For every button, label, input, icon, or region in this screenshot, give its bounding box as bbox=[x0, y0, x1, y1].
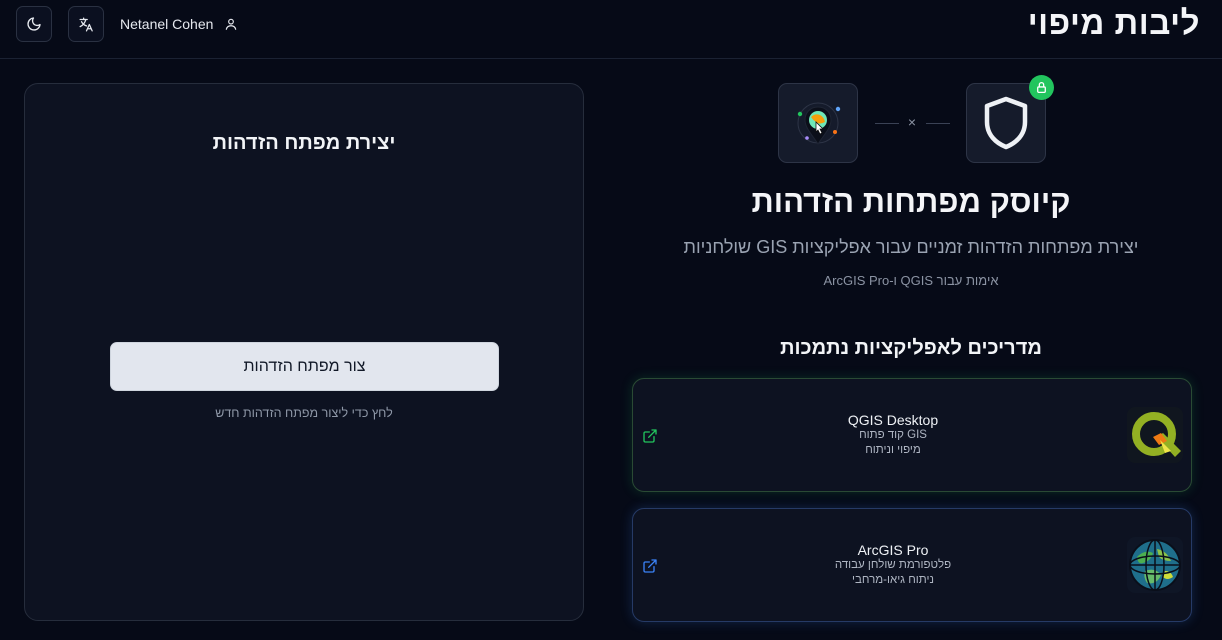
arcgis-logo bbox=[1127, 537, 1183, 593]
kiosk-subtitle: יצירת מפתחות הזדהות זמניים עבור אפליקציו… bbox=[683, 237, 1139, 257]
panel-title: יצירת מפתח הזדהות bbox=[212, 132, 396, 154]
language-button[interactable] bbox=[68, 6, 104, 42]
user-icon bbox=[226, 18, 237, 30]
app-description-2: מיפוי וניתוח bbox=[865, 444, 921, 456]
guides-title: מדריכים לאפליקציות נתמכות bbox=[780, 337, 1042, 359]
create-key-panel: יצירת מפתח הזדהות צור מפתח הזדהות לחץ כד… bbox=[24, 83, 584, 621]
external-link-icon[interactable] bbox=[642, 558, 658, 574]
connector-line-left bbox=[875, 123, 899, 124]
qgis-card[interactable]: QGIS Desktop GIS קוד פתוח מיפוי וניתוח bbox=[632, 378, 1192, 492]
lock-icon bbox=[1037, 81, 1046, 94]
app-description: פלטפורמת שולחן עבודה bbox=[834, 559, 952, 571]
app-name: ArcGIS Pro bbox=[857, 542, 929, 558]
app-description-2: ניתוח גיאו-מרחבי bbox=[852, 574, 934, 586]
theme-toggle-button[interactable] bbox=[16, 6, 52, 42]
qgis-logo bbox=[1127, 407, 1183, 463]
qgis-logo-icon bbox=[1127, 407, 1183, 463]
translate-icon bbox=[78, 16, 93, 32]
shield-icon bbox=[984, 96, 1028, 150]
times-separator: × bbox=[907, 114, 917, 130]
kiosk-title: קיוסק מפתחות הזדהות bbox=[751, 184, 1071, 219]
moon-icon bbox=[27, 17, 41, 31]
app-name: QGIS Desktop bbox=[847, 412, 939, 428]
arcgis-globe-icon bbox=[1127, 537, 1183, 593]
site-title: ליבות מיפוי bbox=[1027, 4, 1200, 41]
auth-note: אימות עבור QGIS ו-ArcGIS Pro bbox=[823, 273, 999, 288]
app-description: GIS קוד פתוח bbox=[859, 429, 927, 441]
arcgis-card[interactable]: ArcGIS Pro פלטפורמת שולחן עבודה ניתוח גי… bbox=[632, 508, 1192, 622]
qgis-text: QGIS Desktop GIS קוד פתוח מיפוי וניתוח bbox=[783, 412, 1003, 458]
mapping-app-logo-icon bbox=[797, 102, 841, 145]
user-menu[interactable]: Netanel Cohen bbox=[120, 14, 238, 34]
create-key-button[interactable]: צור מפתח הזדהות bbox=[110, 342, 499, 391]
arcgis-text: ArcGIS Pro פלטפורמת שולחן עבודה ניתוח גי… bbox=[783, 542, 1003, 588]
connector-line-right bbox=[926, 123, 950, 124]
top-header: Netanel Cohen ליבות מיפוי bbox=[0, 0, 1222, 59]
app-logo-box bbox=[778, 83, 858, 163]
external-link-icon[interactable] bbox=[642, 428, 658, 444]
create-hint: לחץ כדי ליצור מפתח הזדהות חדש bbox=[215, 406, 393, 420]
lock-badge bbox=[1029, 75, 1054, 100]
user-name: Netanel Cohen bbox=[120, 16, 214, 32]
